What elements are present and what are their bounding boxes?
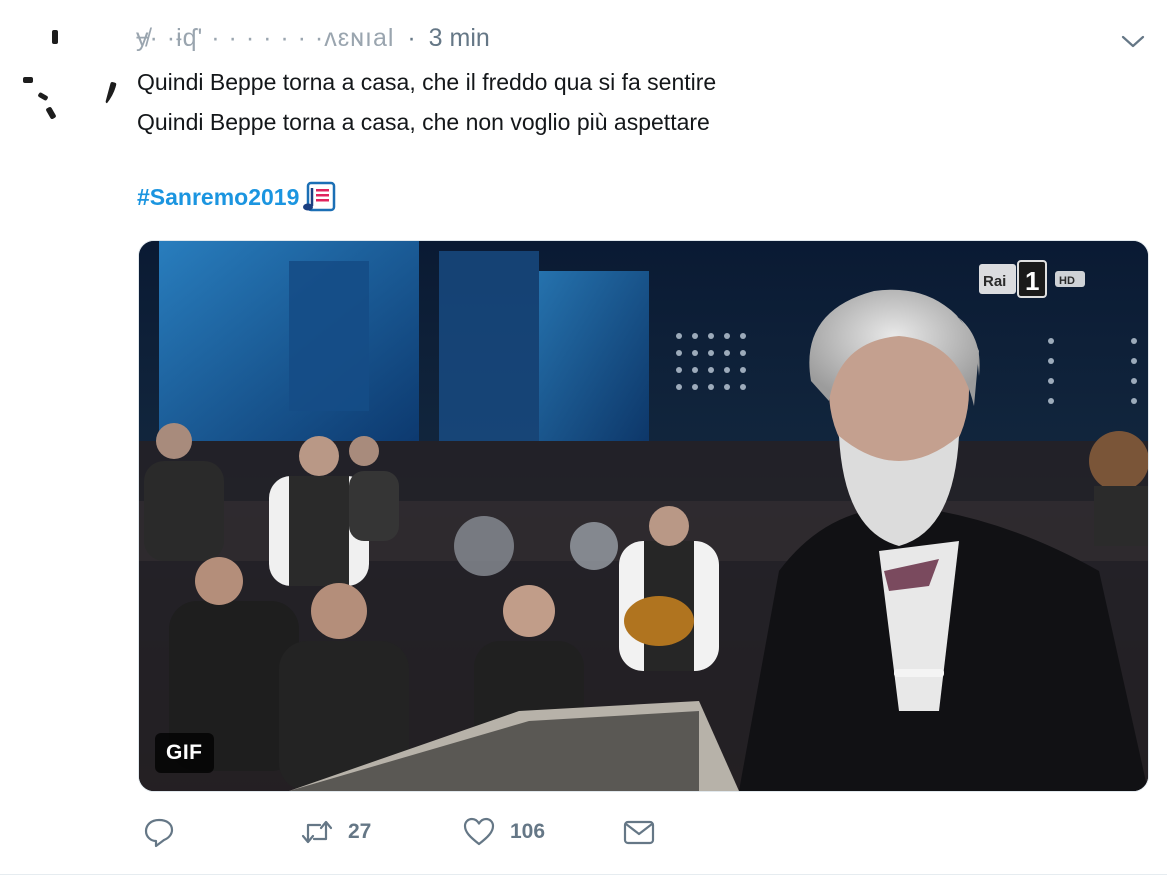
tweet-header: ɏ̸· ·ɨʠ' · · · · · · ·ʌɛɴıal · 3 min — [136, 24, 490, 53]
tweet-actions: 27 106 — [0, 815, 1167, 857]
musical-score-icon — [303, 181, 336, 212]
retweet-icon — [301, 820, 333, 844]
header-separator: · — [407, 24, 416, 52]
chevron-down-icon[interactable] — [1119, 31, 1147, 51]
tweet-timestamp[interactable]: 3 min — [429, 24, 490, 52]
gif-badge: GIF — [155, 733, 214, 773]
tweet-divider — [0, 874, 1167, 875]
gif-frame: Rai 1 HD — [139, 241, 1148, 791]
like-count: 106 — [510, 820, 546, 843]
retweet-button[interactable]: 27 — [300, 815, 371, 849]
hd-badge-text: HD — [1059, 275, 1075, 287]
rai-logo-text: Rai — [983, 273, 1006, 290]
retweet-count: 27 — [348, 820, 372, 843]
author-name[interactable]: ɏ̸· ·ɨʠ' · · · · · · ·ʌɛɴıal — [136, 24, 394, 52]
hashtag-link[interactable]: #Sanremo2019 — [137, 184, 299, 211]
tweet-line: Quindi Beppe torna a casa, che il freddo… — [137, 69, 717, 95]
reply-icon — [144, 818, 174, 848]
like-button[interactable]: 106 — [462, 815, 545, 849]
gif-media[interactable]: Rai 1 HD — [138, 240, 1149, 792]
tweet-line: Quindi Beppe torna a casa, che non vogli… — [137, 109, 710, 135]
envelope-icon — [623, 820, 655, 845]
tweet-text: Quindi Beppe torna a casa, che il freddo… — [137, 62, 716, 142]
author-avatar[interactable] — [18, 22, 118, 122]
rai-number-text: 1 — [1025, 266, 1039, 296]
reply-button[interactable] — [142, 815, 176, 849]
direct-message-button[interactable] — [622, 815, 656, 849]
hashtag-row: #Sanremo2019 — [137, 180, 336, 214]
heart-icon — [463, 817, 495, 846]
